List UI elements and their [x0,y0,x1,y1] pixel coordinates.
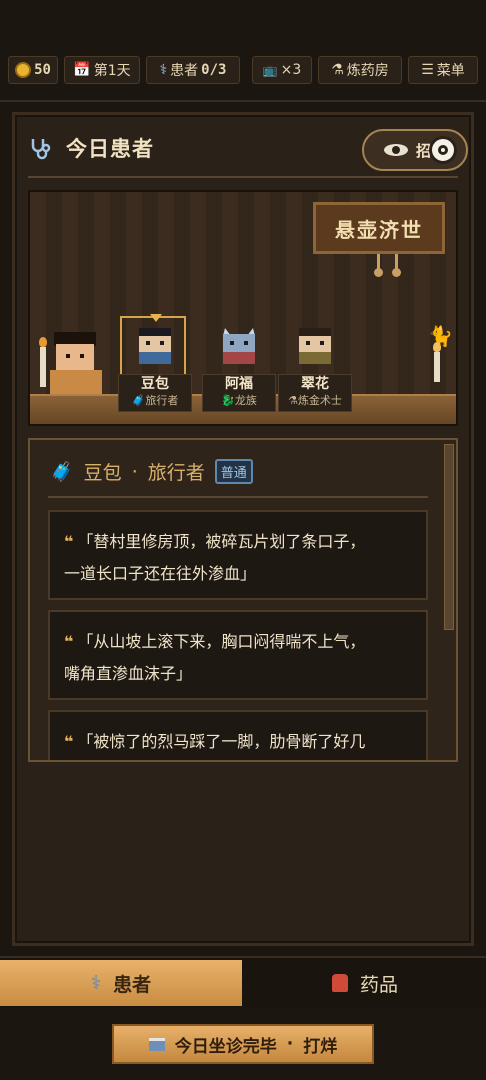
patients-label: 患者 [170,63,199,79]
menu-button[interactable]: ☰ 菜单 [408,56,478,84]
patient-type: 🐉龙族 [221,394,257,407]
coin-counter: 50 [8,56,58,84]
top-bar: 50 📅 第1天 ⚕ 患者 0/3 📺 ×3 ⚗ 炼药房 ☰ 菜单 [0,56,486,88]
coin-count: 50 [34,62,51,78]
tab-medicine[interactable]: 药品 [244,960,486,1006]
patient-counter: ⚕ 患者 0/3 [146,56,240,84]
tv-count: ×3 [280,62,302,78]
bed-icon [148,1037,165,1051]
patient-name: 阿福 [225,376,253,392]
symptom-quote: ❝ 「替村里修房顶，被碎瓦片划了条口子， 一道长口子还在往外渗血」 [48,510,428,600]
day-counter: 📅 第1天 [64,56,140,84]
patient-card-cuihua[interactable]: 翠花 ⚗炼金术士 [278,320,352,412]
rarity-badge: 普通 [214,459,253,484]
doctor-avatar [50,332,104,394]
quote-icon: ❝ [64,732,74,751]
patient-card-doubao[interactable]: 豆包 🧳旅行者 [118,314,192,412]
selection-arrow-icon [150,314,162,322]
patients-count: 0/3 [201,62,227,78]
quote-icon: ❝ [64,632,74,651]
tab-medicine-label: 药品 [359,973,398,996]
patient-name: 翠花 [301,376,329,392]
clinic-scene: 悬壶济世 🐈 豆包 🧳旅行者 阿福 🐉龙族 翠花 ⚗炼金术士 [28,190,458,426]
menu-icon: ☰ [421,62,434,78]
flask-icon: ⚗ [288,394,298,407]
eye-icon [383,144,408,156]
calendar-icon: 📅 [73,62,91,78]
patient-type: ⚗炼金术士 [288,394,342,407]
bottom-tab-bar: ⚕ 患者 药品 [0,956,486,1008]
bag-icon [331,974,348,992]
patient-nameplate: 阿福 🐉龙族 [202,374,276,412]
lab-label: 炼药房 [346,63,389,79]
tab-patients[interactable]: ⚕ 患者 [0,960,242,1006]
quote-icon: ❝ [64,532,74,551]
candle-icon [39,337,47,387]
coin-icon [15,62,32,78]
divider [0,100,486,102]
end-day-label: 今日坐诊完毕 [174,1036,277,1057]
detail-name: 豆包 [83,462,122,484]
separator: · [286,1034,294,1054]
separator: · [131,460,138,483]
tassel-icon [392,254,401,277]
clinic-sign: 悬壶济世 [313,202,445,254]
patient-avatar [297,328,333,364]
symptom-quote: ❝ 「从山坡上滚下来，胸口闷得喘不上气， 嘴角直渗血沫子」 [48,610,428,700]
patient-card-afu[interactable]: 阿福 🐉龙族 [202,320,276,412]
stethoscope-icon: ⚕ [159,62,168,78]
patient-type: 🧳旅行者 [131,394,179,407]
patient-detail-card: 🧳 豆包 · 旅行者 普通 ❝ 「替村里修房顶，被碎瓦片划了条口子， 一道长口子还… [28,438,458,762]
stethoscope-icon: ⚕ [90,972,102,994]
menu-label: 菜单 [436,63,465,79]
symptom-quote: ❝ 「被惊了的烈马踩了一脚，肋骨断了好几 [48,710,428,760]
flask-icon: ⚗ [331,62,344,78]
candle-icon [433,342,441,382]
patient-avatar [221,328,257,364]
scrollbar[interactable] [444,444,454,630]
day-label: 第1天 [93,63,131,79]
luggage-icon: 🧳 [131,394,146,407]
patient-nameplate: 豆包 🧳旅行者 [118,374,192,412]
detail-header: 🧳 豆包 · 旅行者 普通 [50,458,253,485]
tv-counter[interactable]: 📺 ×3 [252,56,312,84]
patient-nameplate: 翠花 ⚗炼金术士 [278,374,352,412]
divider [28,176,458,178]
divider [48,496,428,498]
patient-avatar [137,328,173,364]
dragon-icon: 🐉 [221,394,235,407]
assistive-touch-icon[interactable] [429,136,457,164]
detail-type: 旅行者 [147,462,205,484]
end-day-button[interactable]: 今日坐诊完毕 · 打烊 [112,1024,374,1064]
end-day-action: 打烊 [303,1036,338,1057]
luggage-icon: 🧳 [50,461,74,483]
stethoscope-icon [31,139,51,160]
tab-patients-label: 患者 [113,973,152,996]
tv-icon: 📺 [262,63,278,77]
page-title: 今日患者 [66,137,154,161]
tassel-icon [374,254,383,277]
patient-name: 豆包 [141,376,169,392]
lab-button[interactable]: ⚗ 炼药房 [318,56,402,84]
